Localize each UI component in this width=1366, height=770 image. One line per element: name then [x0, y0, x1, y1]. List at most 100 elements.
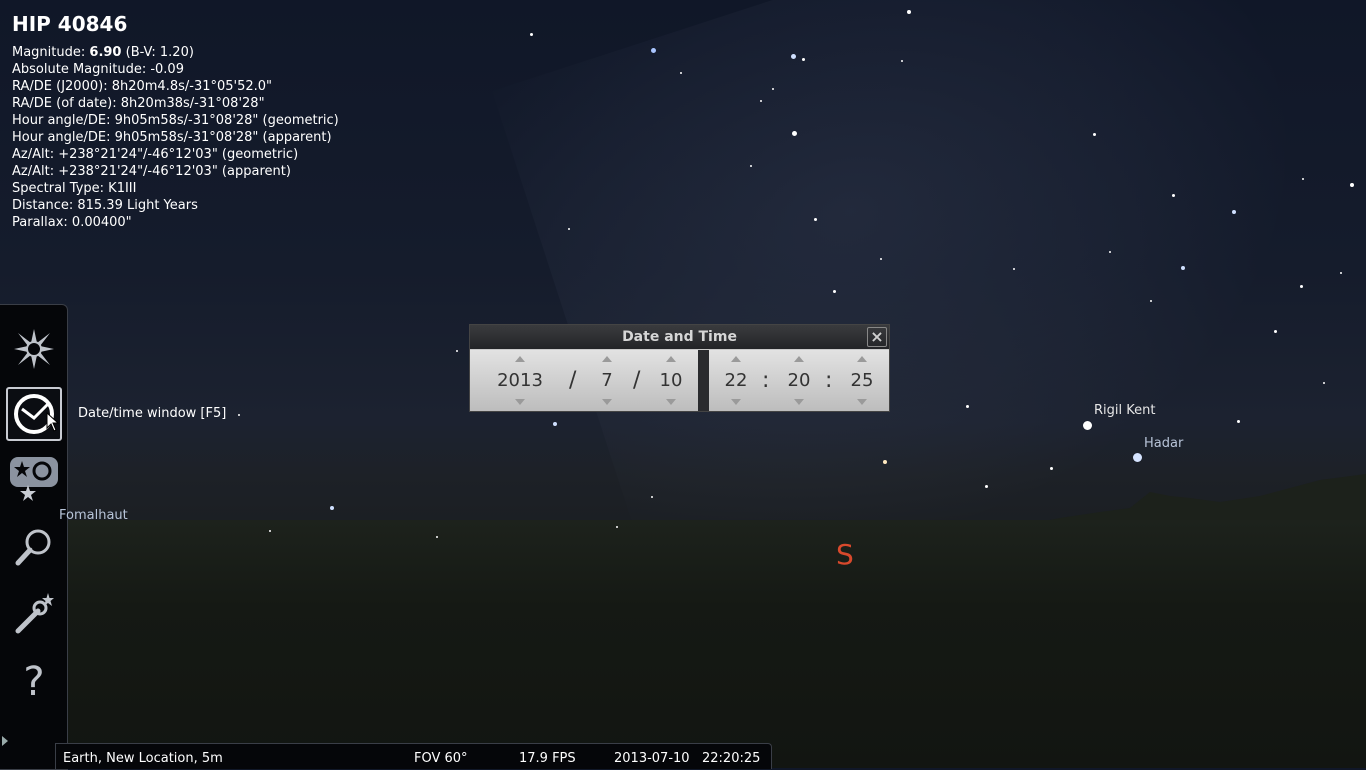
day-spinner[interactable]: 10 [654, 350, 688, 411]
date-separator: / [569, 368, 577, 393]
deep-sky-button[interactable] [8, 453, 60, 505]
minute-increment-icon[interactable] [794, 356, 804, 362]
second-increment-icon[interactable] [857, 356, 867, 362]
time-panel: 22 : 20 : 25 [709, 350, 889, 411]
info-line: Absolute Magnitude: -0.09 [12, 62, 184, 77]
month-value[interactable]: 7 [592, 370, 622, 391]
location-text: Earth, New Location, 5m [63, 751, 223, 766]
year-decrement-icon[interactable] [515, 399, 525, 405]
object-name: HIP 40846 [12, 12, 128, 36]
hour-value[interactable]: 22 [719, 370, 753, 391]
star [833, 290, 836, 293]
star [802, 58, 805, 61]
star-label-fomalhaut: Fomalhaut [59, 508, 128, 523]
dialog-divider [698, 350, 709, 411]
star [907, 10, 911, 14]
info-line: Az/Alt: +238°21'24"/-46°12'03" (geometri… [12, 147, 299, 162]
hour-increment-icon[interactable] [731, 356, 741, 362]
close-button[interactable]: × [867, 327, 887, 347]
info-line: Spectral Type: K1III [12, 181, 137, 196]
star [966, 405, 969, 408]
dialog-body: 2013 / 7 / 10 22 : 20: 25 [470, 350, 889, 411]
sky-settings-icon [14, 329, 54, 369]
hour-spinner[interactable]: 22 [719, 350, 753, 411]
star [436, 536, 438, 538]
minute-decrement-icon[interactable] [794, 399, 804, 405]
star [1133, 453, 1142, 462]
date-time-dialog: Date and Time × 2013 / 7 / 10 22: 20: … [469, 324, 890, 412]
star [269, 530, 271, 532]
month-spinner[interactable]: 7 [592, 350, 622, 411]
star [616, 526, 618, 528]
star [985, 485, 988, 488]
star [1300, 285, 1303, 288]
star [530, 33, 533, 36]
magnitude-bv: (B-V: 1.20) [125, 45, 194, 60]
wrench-icon [15, 593, 54, 634]
magnitude-label: Magnitude: [12, 45, 86, 60]
day-value[interactable]: 10 [654, 370, 688, 391]
info-line: Hour angle/DE: 9h05m58s/-31°08'28" (appa… [12, 130, 332, 145]
close-icon: × [870, 327, 884, 346]
info-line: Distance: 815.39 Light Years [12, 198, 198, 213]
star [568, 228, 570, 230]
info-line: RA/DE (J2000): 8h20m4.8s/-31°05'52.0" [12, 79, 273, 94]
date-panel: 2013 / 7 / 10 [470, 350, 698, 411]
date-time-tooltip: Date/time window [F5] [78, 406, 227, 421]
info-line: Parallax: 0.00400" [12, 215, 132, 230]
year-spinner[interactable]: 2013 [488, 350, 552, 411]
hour-decrement-icon[interactable] [731, 399, 741, 405]
star [760, 100, 762, 102]
star [880, 258, 882, 260]
help-icon: ? [23, 659, 44, 701]
fov-text: FOV 60° [414, 751, 468, 766]
search-icon [15, 529, 51, 566]
star [1050, 467, 1053, 470]
star [901, 60, 903, 62]
star [883, 460, 887, 464]
day-decrement-icon[interactable] [666, 399, 676, 405]
sky-viewing-options-button[interactable] [8, 323, 60, 375]
dialog-titlebar[interactable]: Date and Time × [470, 325, 889, 349]
star [1109, 251, 1111, 253]
expand-arrow-icon[interactable] [2, 736, 8, 746]
time-text: 22:20:25 [702, 751, 761, 766]
star [680, 72, 682, 74]
star [1232, 210, 1236, 214]
year-increment-icon[interactable] [515, 356, 525, 362]
info-line: Hour angle/DE: 9h05m58s/-31°08'28" (geom… [12, 113, 339, 128]
svg-text:?: ? [23, 659, 44, 701]
star [1340, 272, 1342, 274]
minute-value[interactable]: 20 [782, 370, 816, 391]
month-increment-icon[interactable] [602, 356, 612, 362]
star [456, 350, 458, 352]
star [1172, 194, 1175, 197]
fps-text: 17.9 FPS [519, 751, 576, 766]
bottom-status-bar: Earth, New Location, 5m FOV 60° 17.9 FPS… [55, 743, 772, 769]
star [791, 54, 796, 59]
date-separator: / [633, 368, 641, 393]
star [651, 48, 656, 53]
star [238, 414, 240, 416]
star [772, 88, 774, 90]
month-decrement-icon[interactable] [602, 399, 612, 405]
year-value[interactable]: 2013 [488, 370, 552, 391]
cardinal-south: S [836, 538, 854, 571]
minute-spinner[interactable]: 20 [782, 350, 816, 411]
day-increment-icon[interactable] [666, 356, 676, 362]
star [1181, 266, 1185, 270]
mouse-cursor-icon [46, 412, 60, 432]
search-button[interactable] [8, 521, 60, 573]
second-spinner[interactable]: 25 [845, 350, 879, 411]
star [1150, 300, 1152, 302]
second-value[interactable]: 25 [845, 370, 879, 391]
star [1083, 421, 1092, 430]
date-text: 2013-07-10 [614, 751, 690, 766]
star-label-hadar: Hadar [1144, 436, 1184, 451]
configuration-button[interactable] [8, 587, 60, 639]
help-button[interactable]: ? [8, 653, 60, 705]
left-sidebar: ? [0, 304, 68, 770]
star [1274, 330, 1277, 333]
second-decrement-icon[interactable] [857, 399, 867, 405]
nebula-icon [10, 457, 58, 501]
